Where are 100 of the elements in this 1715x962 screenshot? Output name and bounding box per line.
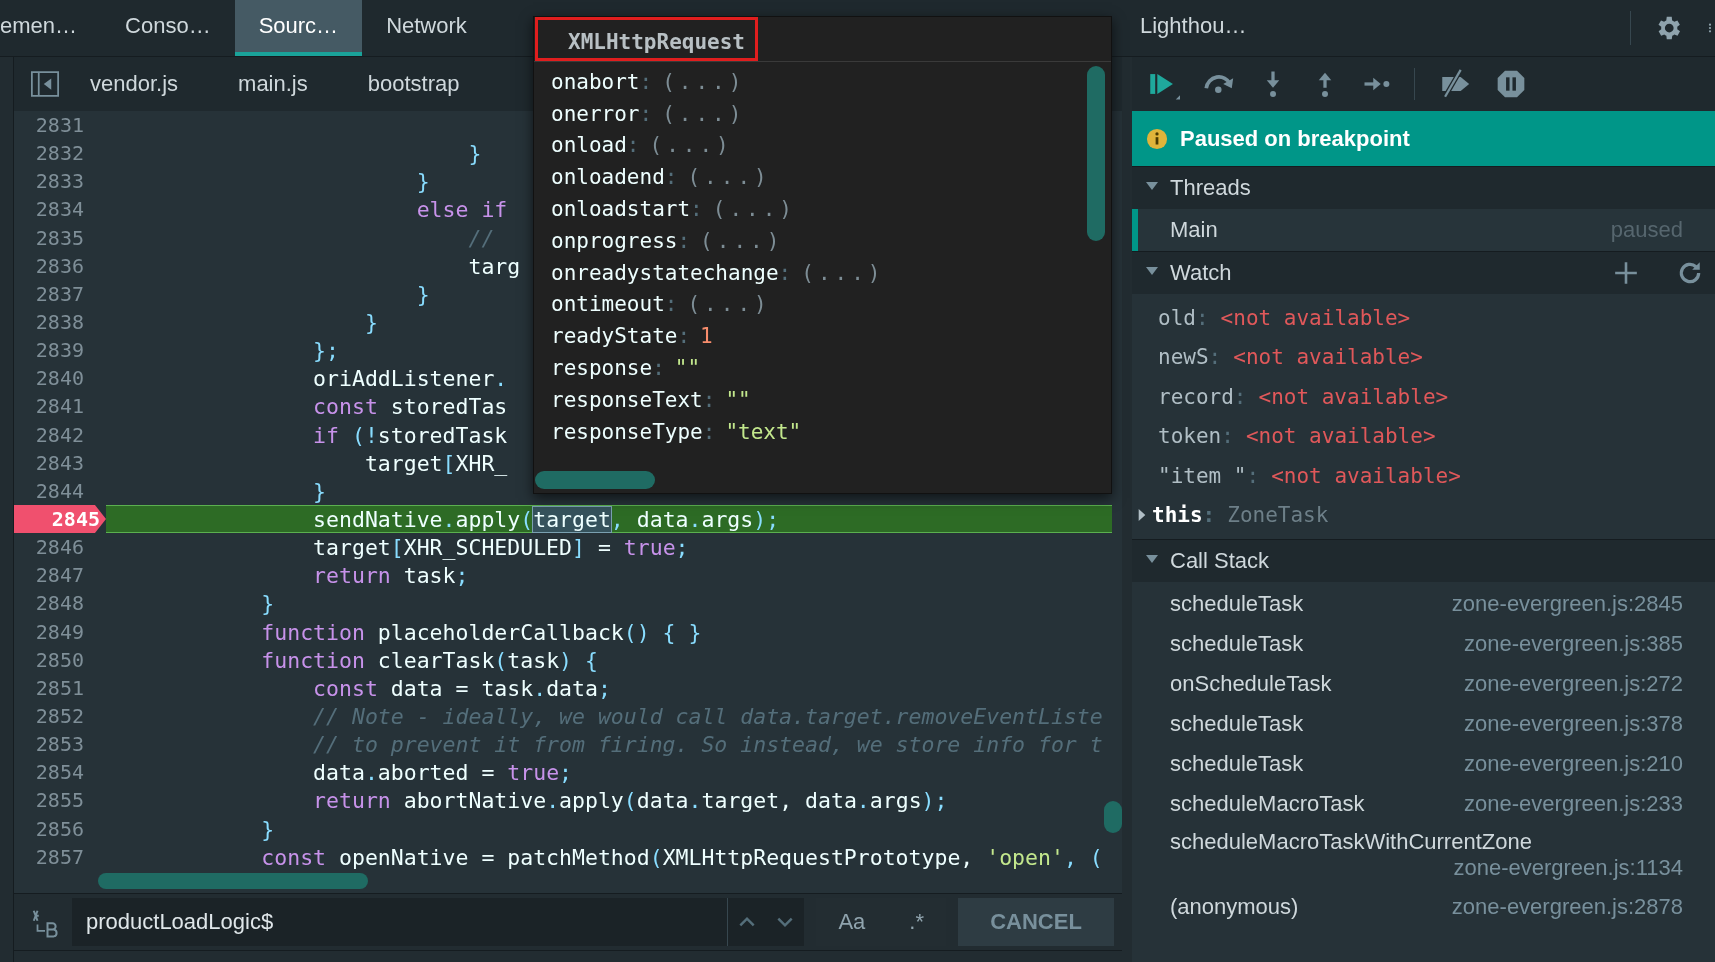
line-number[interactable]: 2835 — [14, 223, 106, 252]
code-line: const storedTas — [312, 393, 508, 421]
file-tab[interactable]: vendor.js — [60, 71, 209, 97]
watch-expression[interactable]: this: — [1152, 503, 1228, 528]
property-name[interactable]: response: — [551, 356, 675, 381]
line-number[interactable]: 2841 — [14, 392, 106, 421]
line-number[interactable]: 2843 — [14, 448, 106, 477]
frame-name[interactable]: scheduleTask — [1170, 630, 1304, 657]
code-line: } — [415, 168, 430, 196]
file-tab[interactable]: bootstrap — [337, 71, 490, 97]
line-number[interactable]: 2851 — [14, 673, 106, 702]
frame-name[interactable]: scheduleMacroTaskWithCurrentZone — [1170, 829, 1532, 855]
add-icon[interactable] — [1613, 260, 1639, 286]
frame-location[interactable]: zone-evergreen.js:1134 — [1453, 855, 1683, 881]
line-number[interactable]: 2833 — [14, 167, 106, 196]
property-name[interactable]: onprogress: — [551, 228, 701, 253]
property-value: 1 — [700, 324, 713, 349]
scrollbar-thumb[interactable] — [535, 471, 655, 489]
code-line: } — [467, 140, 482, 168]
frame-location[interactable]: zone-evergreen.js:378 — [1464, 710, 1683, 737]
line-number[interactable]: 2846 — [14, 533, 106, 562]
line-number[interactable]: 2838 — [14, 308, 106, 337]
line-number[interactable]: 2840 — [14, 364, 106, 393]
property-name[interactable]: responseText: — [551, 387, 726, 412]
scrollbar-thumb[interactable] — [1104, 801, 1122, 833]
watch-expression[interactable]: "item ": — [1158, 463, 1272, 488]
panel-tab[interactable]: Network — [362, 0, 491, 56]
line-number[interactable]: 2852 — [14, 701, 106, 731]
info-icon — [1146, 127, 1168, 150]
line-number[interactable]: 2847 — [14, 561, 106, 590]
property-name[interactable]: onerror: — [551, 101, 663, 126]
code-line: function placeholderCallback() { } — [260, 618, 702, 646]
section-title[interactable]: Watch — [1170, 260, 1232, 286]
line-number[interactable]: 2857 — [14, 842, 106, 871]
frame-location[interactable]: zone-evergreen.js:2878 — [1451, 893, 1683, 920]
frame-location[interactable]: zone-evergreen.js:385 — [1464, 630, 1683, 657]
frame-name[interactable]: scheduleMacroTask — [1170, 790, 1365, 817]
property-name[interactable]: onloadend: — [551, 165, 688, 190]
line-number[interactable]: 2842 — [14, 420, 106, 449]
code-line: } — [415, 280, 430, 308]
frame-name[interactable]: (anonymous) — [1170, 893, 1299, 920]
line-number[interactable]: 2853 — [14, 730, 106, 759]
code-line: target[XHR_ — [363, 449, 508, 477]
line-number[interactable]: 2849 — [14, 617, 106, 646]
scrollbar-thumb[interactable] — [98, 873, 368, 889]
watch-value: <not available> — [1258, 384, 1449, 409]
panel-tab[interactable]: Conso… — [101, 0, 235, 56]
line-number[interactable]: 2848 — [14, 589, 106, 618]
section-title[interactable]: Call Stack — [1170, 548, 1270, 574]
code-line: function clearTask(task) { — [260, 646, 598, 674]
code-line: else if — [415, 196, 508, 224]
line-number[interactable]: 2855 — [14, 786, 106, 815]
line-number[interactable]: 2839 — [14, 336, 106, 365]
line-number[interactable]: 2836 — [14, 251, 106, 280]
popup-title: XMLHttpRequest — [535, 17, 758, 61]
code-line: data.aborted = true; — [312, 759, 573, 787]
code-line: } — [260, 815, 275, 843]
search-field[interactable]: productLoadLogic$ — [72, 898, 729, 946]
code-line: target[XHR_SCHEDULED] = true; — [312, 534, 689, 562]
property-name[interactable]: ontimeout: — [551, 292, 688, 317]
frame-name[interactable]: onScheduleTask — [1170, 670, 1332, 697]
line-number[interactable]: 2844 — [14, 476, 106, 505]
frame-location[interactable]: zone-evergreen.js:2845 — [1451, 590, 1683, 617]
line-number[interactable]: 2834 — [14, 195, 106, 224]
property-name[interactable]: onreadystatechange: — [551, 260, 802, 285]
sidebar-toggle-icon[interactable] — [30, 69, 60, 99]
frame-location[interactable]: zone-evergreen.js:233 — [1464, 790, 1683, 817]
property-name[interactable]: onloadstart: — [551, 197, 713, 222]
watch-expression[interactable]: old: — [1158, 305, 1221, 330]
watch-expression[interactable]: record: — [1158, 384, 1259, 409]
property-name[interactable]: readyState: — [551, 324, 701, 349]
breakpoint-marker[interactable]: 2845 — [14, 504, 106, 534]
frame-name[interactable]: scheduleTask — [1170, 590, 1304, 617]
line-number[interactable]: 2832 — [14, 139, 106, 168]
watch-value: <not available> — [1233, 345, 1423, 370]
frame-location[interactable]: zone-evergreen.js:272 — [1464, 670, 1683, 697]
property-value: (...) — [700, 228, 784, 253]
property-name[interactable]: responseType: — [551, 419, 726, 444]
property-value: (...) — [649, 133, 733, 158]
frame-location[interactable]: zone-evergreen.js:210 — [1464, 750, 1683, 777]
frame-name[interactable]: scheduleTask — [1170, 750, 1304, 777]
line-number[interactable]: 2854 — [14, 758, 106, 787]
section-title[interactable]: Threads — [1170, 175, 1251, 201]
line-number[interactable]: 2831 — [14, 111, 106, 140]
property-name[interactable]: onabort: — [551, 69, 663, 94]
line-number[interactable]: 2850 — [14, 645, 106, 674]
refresh-icon[interactable] — [1677, 260, 1703, 286]
panel-tab[interactable]: Lighthou… — [1136, 13, 1271, 43]
panel-tab[interactable]: Sourc… — [234, 0, 363, 56]
file-tab[interactable]: main.js — [208, 71, 338, 97]
line-number[interactable]: 2837 — [14, 279, 106, 308]
property-name[interactable]: onload: — [551, 133, 650, 158]
scrollbar-thumb[interactable] — [1087, 66, 1105, 241]
code-line: // — [467, 224, 495, 252]
pause-on-exceptions-icon[interactable] — [1495, 68, 1527, 100]
frame-name[interactable]: scheduleTask — [1170, 710, 1304, 737]
watch-expression[interactable]: token: — [1158, 424, 1246, 449]
panel-tab[interactable]: emen… — [0, 0, 102, 56]
watch-expression[interactable]: newS: — [1158, 345, 1234, 370]
line-number[interactable]: 2856 — [14, 814, 106, 843]
